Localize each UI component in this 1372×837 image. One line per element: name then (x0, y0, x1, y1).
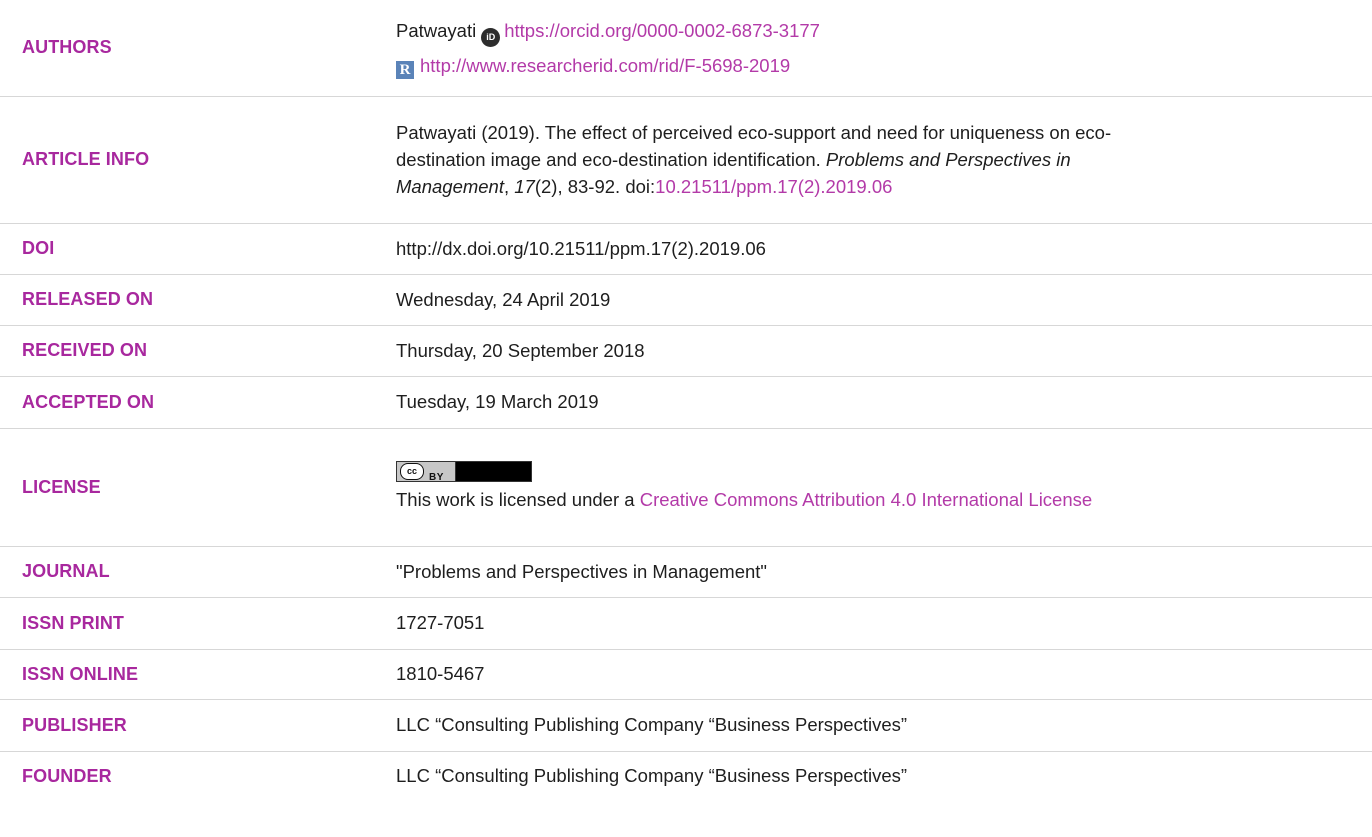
row-founder: FOUNDER LLC “Consulting Publishing Compa… (0, 751, 1372, 801)
row-license: LICENSE cc BY This work is licensed unde… (0, 428, 1372, 547)
orcid-link[interactable]: https://orcid.org/0000-0002-6873-3177 (504, 20, 820, 41)
row-doi: DOI http://dx.doi.org/10.21511/ppm.17(2)… (0, 223, 1372, 275)
received-value: Thursday, 20 September 2018 (396, 325, 1372, 377)
orcid-icon: iD (481, 28, 501, 48)
metadata-table: AUTHORS Patwayati iD https://orcid.org/000… (0, 0, 1372, 801)
issn-online-value: 1810-5467 (396, 649, 1372, 700)
row-accepted: ACCEPTED ON Tuesday, 19 March 2019 (0, 376, 1372, 429)
issn-print-label: ISSN PRINT (0, 597, 396, 650)
row-authors: AUTHORS Patwayati iD https://orcid.org/000… (0, 0, 1372, 97)
researcherid-icon: R (396, 61, 414, 80)
license-link[interactable]: Creative Commons Attribution 4.0 Interna… (640, 489, 1092, 510)
publisher-value: LLC “Consulting Publishing Company “Busi… (396, 699, 1372, 752)
accepted-value: Tuesday, 19 March 2019 (396, 376, 1372, 429)
row-issn-print: ISSN PRINT 1727-7051 (0, 597, 1372, 650)
license-text: This work is licensed under a (396, 489, 635, 510)
authors-label: AUTHORS (0, 0, 396, 97)
row-released: RELEASED ON Wednesday, 24 April 2019 (0, 274, 1372, 326)
released-label: RELEASED ON (0, 274, 396, 326)
doi-value: http://dx.doi.org/10.21511/ppm.17(2).201… (396, 223, 1372, 275)
row-article-info: ARTICLE INFO Patwayati (2019). The effec… (0, 96, 1372, 224)
cc-icon: cc (400, 463, 424, 480)
cc-by-badge[interactable]: cc BY (396, 461, 532, 482)
citation-volume: 17 (514, 176, 535, 197)
issn-print-value: 1727-7051 (396, 597, 1372, 650)
license-label: LICENSE (0, 428, 396, 547)
row-received: RECEIVED ON Thursday, 20 September 2018 (0, 325, 1372, 377)
journal-value: "Problems and Perspectives in Management… (396, 546, 1372, 598)
citation-issue-pages: (2), 83-92. doi: (534, 176, 656, 197)
journal-label: JOURNAL (0, 546, 396, 598)
researcherid-link[interactable]: http://www.researcherid.com/rid/F-5698-2… (420, 55, 790, 76)
article-info-label: ARTICLE INFO (0, 96, 396, 224)
doi-label: DOI (0, 223, 396, 275)
row-issn-online: ISSN ONLINE 1810-5467 (0, 649, 1372, 700)
publisher-label: PUBLISHER (0, 699, 396, 752)
founder-value: LLC “Consulting Publishing Company “Busi… (396, 765, 908, 787)
founder-label: FOUNDER (22, 765, 112, 786)
author-name: Patwayati (396, 20, 477, 42)
released-value: Wednesday, 24 April 2019 (396, 274, 1372, 326)
row-journal: JOURNAL "Problems and Perspectives in Ma… (0, 546, 1372, 598)
article-metadata-page: AUTHORS Patwayati iD https://orcid.org/000… (0, 0, 1372, 837)
accepted-label: ACCEPTED ON (0, 376, 396, 429)
received-label: RECEIVED ON (0, 325, 396, 377)
issn-online-label: ISSN ONLINE (0, 649, 396, 700)
citation-doi-link[interactable]: 10.21511/ppm.17(2).2019.06 (655, 176, 892, 197)
by-icon: BY (429, 472, 444, 482)
row-publisher: PUBLISHER LLC “Consulting Publishing Com… (0, 699, 1372, 752)
